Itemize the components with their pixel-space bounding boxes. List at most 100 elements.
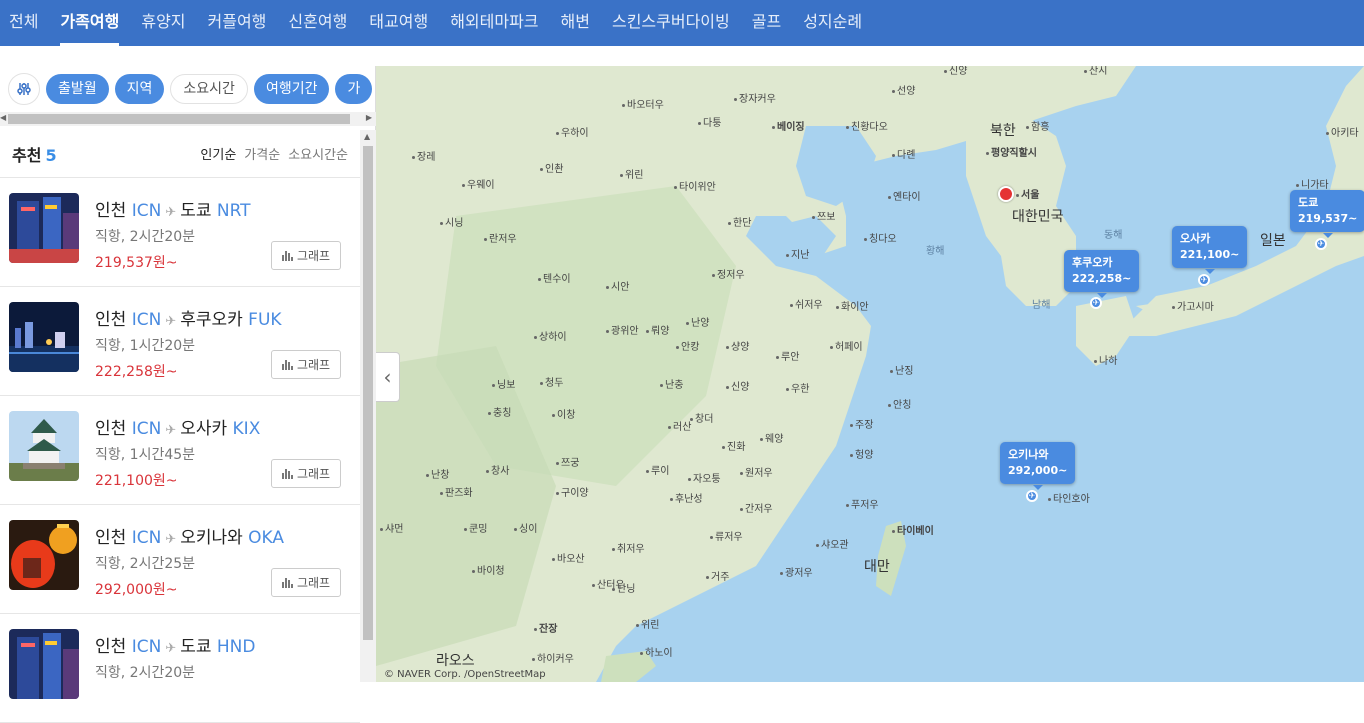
price: 219,537원~ (95, 255, 178, 271)
horizontal-scrollbar[interactable]: ◀ ▶ (0, 112, 376, 126)
map-city-label: 란저우 (484, 230, 517, 245)
route-title: 인천 ICN ✈ 도쿄 NRT (95, 201, 251, 221)
flight-info: 직항, 2시간20분 (95, 665, 196, 681)
tab-scuba[interactable]: 스킨스쿠버다이빙 (612, 0, 730, 46)
sort-price[interactable]: 가격순 (244, 144, 280, 163)
destination-list: 인천 ICN ✈ 도쿄 NRT 직항, 2시간20분 219,537원~ 그래프 인… (0, 178, 360, 723)
tab-couple[interactable]: 커플여행 (208, 0, 267, 46)
map-city-label: 다롄 (892, 146, 915, 161)
airport-icon[interactable]: ✈ (1315, 238, 1327, 250)
price-bubble-okinawa[interactable]: 오키나와 292,000~ (1000, 442, 1076, 490)
map-sea-label: 남해 (1032, 300, 1051, 311)
price-bubble-tokyo[interactable]: 도쿄 219,537~ (1290, 190, 1364, 238)
vertical-scrollbar[interactable]: ▲ (360, 130, 376, 682)
tab-pilgrimage[interactable]: 성지순례 (803, 0, 862, 46)
map-city-label: 시닝 (440, 214, 463, 229)
tokyo-night-photo (9, 629, 79, 699)
map-city-label: 우하이 (556, 124, 589, 139)
map-city-label: 위린 (636, 616, 659, 631)
tab-family-travel[interactable]: 가족여행 (60, 0, 119, 46)
map-view[interactable]: ‹ 북한 대한민국 일본 대만 라오스 황해 동해 남해 신양 산시 바오터우 … (376, 66, 1364, 682)
tab-honeymoon[interactable]: 신혼여행 (288, 0, 347, 46)
tab-prenatal[interactable]: 태교여행 (369, 0, 428, 46)
map-city-label: 싱이 (514, 520, 537, 535)
route-title: 인천 ICN ✈ 후쿠오카 FUK (95, 310, 282, 330)
map-city-label: 루이 (646, 462, 669, 477)
tab-all[interactable]: 전체 (9, 0, 38, 46)
map-city-label: 허페이 (830, 338, 863, 353)
map-city-label: 가고시마 (1172, 298, 1214, 313)
plane-icon: ✈ (165, 641, 177, 656)
results-panel: 출발월 지역 소요시간 여행기간 가 ◀ ▶ 추천 5 인기순 가격순 소요시간순… (0, 66, 376, 723)
map-country-label: 북한 (990, 123, 1016, 139)
map-city-label: 칭다오 (864, 230, 897, 245)
bar-chart-icon (281, 250, 293, 261)
graph-button[interactable]: 그래프 (271, 350, 341, 379)
airport-icon[interactable]: ✈ (1198, 274, 1210, 286)
map-city-label: 안칭 (888, 396, 911, 411)
map-copyright: © NAVER Corp. /OpenStreetMap (384, 669, 546, 680)
map-city-label: 후난성 (670, 490, 703, 505)
scrollbar-thumb[interactable] (363, 146, 373, 640)
scroll-up-icon[interactable]: ▲ (364, 132, 370, 141)
filter-chip-region[interactable]: 지역 (114, 74, 165, 104)
map-city-label: 난창 (426, 466, 449, 481)
tab-beach[interactable]: 해변 (561, 0, 590, 46)
list-item[interactable]: 인천 ICN ✈ 도쿄 NRT 직항, 2시간20분 219,537원~ 그래프 (0, 178, 360, 287)
graph-button[interactable]: 그래프 (271, 568, 341, 597)
scroll-left-icon[interactable]: ◀ (0, 113, 6, 122)
map-city-label: 니가타 (1296, 176, 1329, 191)
filter-chip-trip-length[interactable]: 여행기간 (253, 74, 330, 104)
map-city-label: 장자커우 (734, 90, 776, 105)
map-city-label: 선양 (892, 82, 915, 97)
map-city-label: 쯔궁 (556, 454, 579, 469)
bar-chart-icon (281, 468, 293, 479)
scrollbar-thumb[interactable] (8, 114, 350, 124)
map-city-label: 쯔보 (812, 208, 835, 223)
tab-resort[interactable]: 휴양지 (141, 0, 185, 46)
map-sea-label: 동해 (1104, 230, 1123, 241)
list-item[interactable]: 인천 ICN ✈ 오키나와 OKA 직항, 2시간25분 292,000원~ 그래프 (0, 505, 360, 614)
scroll-right-icon[interactable]: ▶ (366, 113, 372, 122)
map-city-label: 간저우 (740, 500, 773, 515)
filter-chip-duration[interactable]: 소요시간 (170, 74, 248, 104)
map-city-label: 샤오관 (816, 536, 849, 551)
filter-chip-more[interactable]: 가 (335, 74, 373, 104)
list-header: 추천 5 인기순 가격순 소요시간순 (0, 130, 360, 178)
map-city-label: 다퉁 (698, 114, 721, 129)
sort-popularity[interactable]: 인기순 (200, 144, 236, 163)
map-city-label: 평양직할시 (986, 144, 1037, 159)
map-city-label: 정저우 (712, 266, 745, 281)
airport-icon[interactable]: ✈ (1090, 297, 1102, 309)
plane-icon: ✈ (165, 205, 177, 220)
map-city-label: 난충 (660, 376, 683, 391)
map-city-label: 뤄양 (646, 322, 669, 337)
airport-icon[interactable]: ✈ (1026, 490, 1038, 502)
map-city-label: 옌타이 (888, 188, 921, 203)
tab-theme-park[interactable]: 해외테마파크 (450, 0, 538, 46)
filter-settings-icon[interactable] (8, 73, 40, 105)
map-city-label: 나하 (1094, 352, 1117, 367)
route-title: 인천 ICN ✈ 도쿄 HND (95, 637, 256, 657)
route-title: 인천 ICN ✈ 오키나와 OKA (95, 528, 285, 548)
map-city-label: 장레 (412, 148, 435, 163)
list-item[interactable]: 인천 ICN ✈ 후쿠오카 FUK 직항, 1시간20분 222,258원~ 그래프 (0, 287, 360, 396)
map-country-label: 대만 (864, 559, 890, 575)
collapse-panel-button[interactable]: ‹ (376, 352, 400, 402)
graph-button[interactable]: 그래프 (271, 459, 341, 488)
map-city-label: 타이베이 (892, 522, 934, 537)
map-city-label: 이창 (552, 406, 575, 421)
map-country-label: 라오스 (436, 653, 475, 669)
price: 292,000원~ (95, 582, 178, 598)
filter-chip-depart-month[interactable]: 출발월 (46, 74, 109, 104)
map-city-label: 광위안 (606, 322, 639, 337)
graph-button[interactable]: 그래프 (271, 241, 341, 270)
list-item[interactable]: 인천 ICN ✈ 도쿄 HND 직항, 2시간20분 (0, 614, 360, 723)
price-bubble-fukuoka[interactable]: 후쿠오카 222,258~ (1064, 250, 1140, 298)
map-city-label: 헝양 (850, 446, 873, 461)
price-bubble-osaka[interactable]: 오사카 221,100~ (1172, 226, 1248, 274)
departure-pin[interactable] (998, 186, 1014, 202)
sort-duration[interactable]: 소요시간순 (288, 144, 348, 163)
tab-golf[interactable]: 골프 (752, 0, 781, 46)
list-item[interactable]: 인천 ICN ✈ 오사카 KIX 직항, 1시간45분 221,100원~ 그래프 (0, 396, 360, 505)
